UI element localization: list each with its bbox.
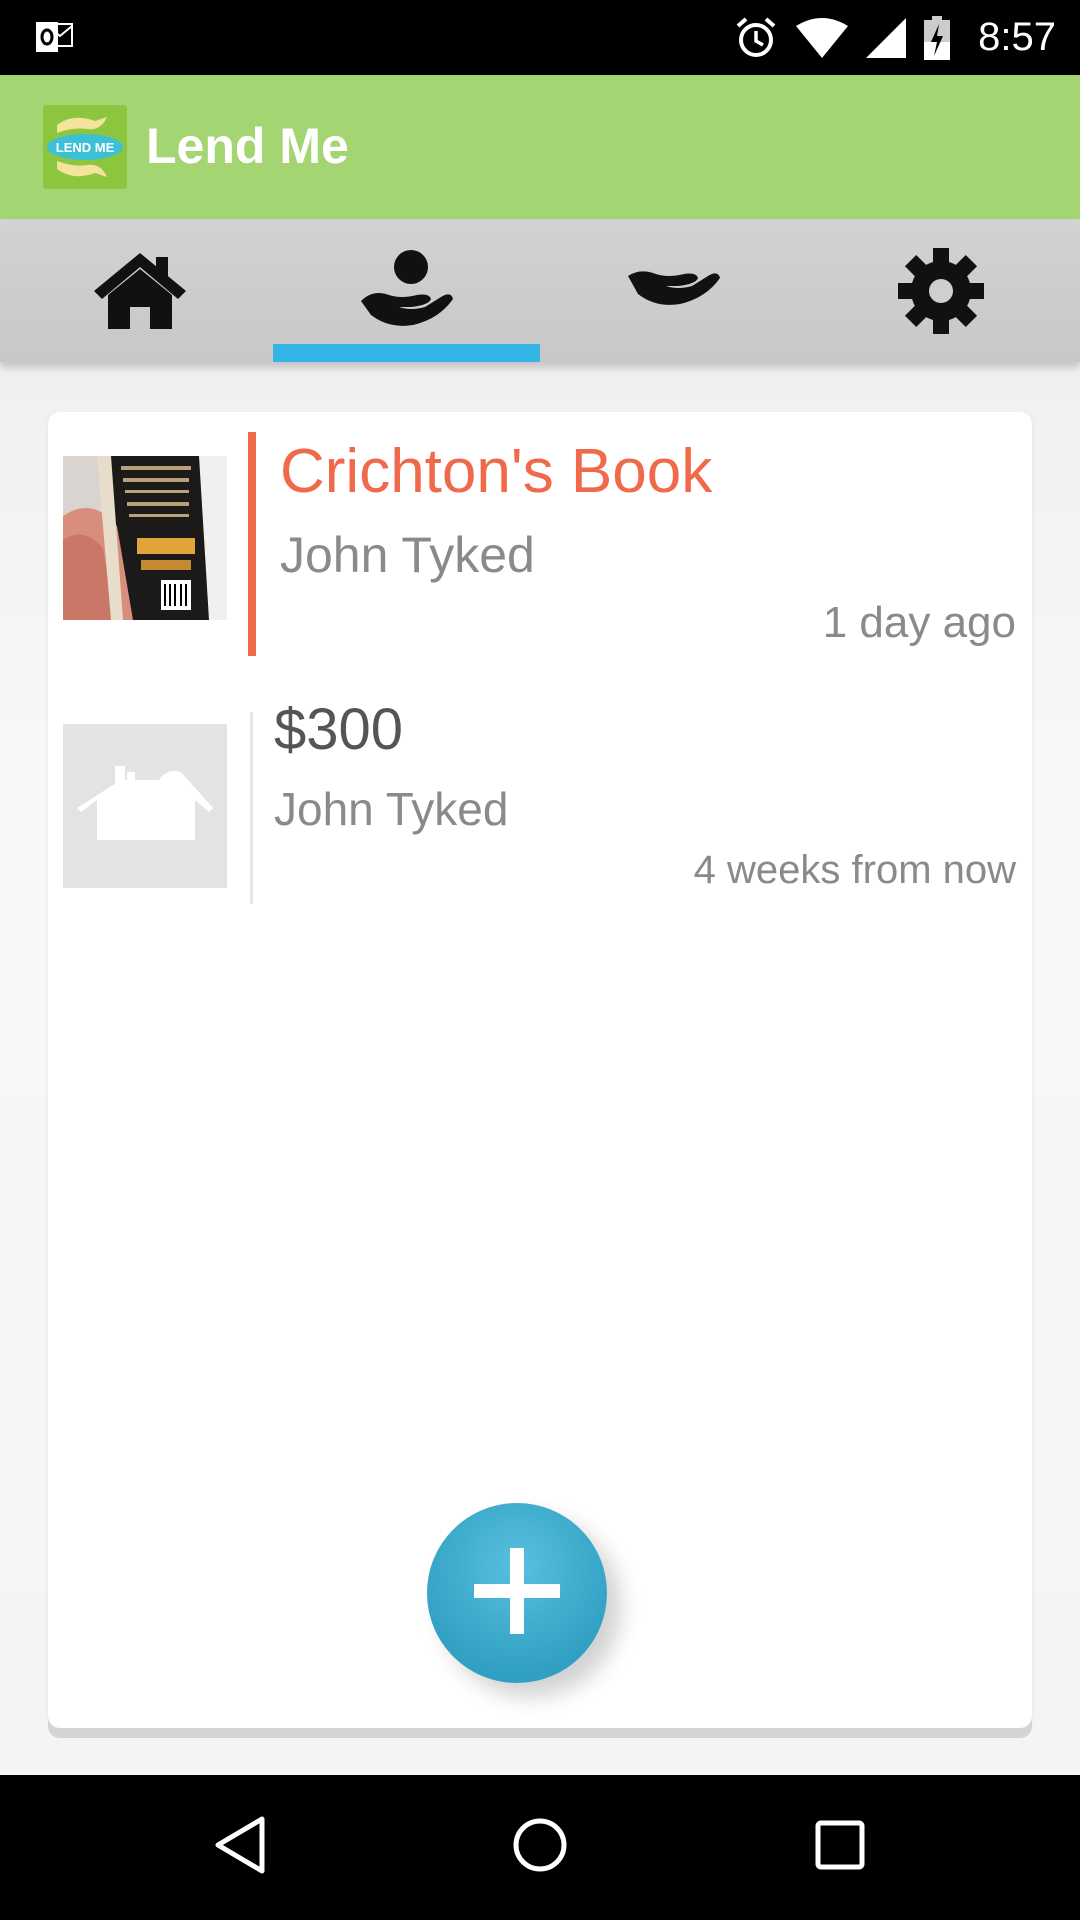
selected-tab-indicator	[273, 344, 540, 362]
app-title: Lend Me	[146, 118, 349, 174]
tab-bar	[0, 219, 1080, 362]
item-time: 4 weeks from now	[693, 848, 1016, 892]
lend-out-icon	[359, 249, 455, 333]
add-item-button[interactable]	[427, 1503, 607, 1683]
outlook-notification-icon	[36, 20, 74, 54]
home-button[interactable]	[460, 1775, 620, 1920]
alarm-icon	[734, 16, 778, 60]
tab-borrowed[interactable]	[540, 219, 807, 362]
item-accent-bar	[248, 432, 256, 656]
tab-lend-out[interactable]	[273, 219, 540, 362]
back-icon	[212, 1815, 268, 1880]
list-item[interactable]: $300 John Tyked 4 weeks from now	[48, 682, 1032, 904]
status-bar: 8:57	[0, 0, 1080, 75]
item-title: $300	[274, 697, 404, 762]
battery-charging-icon	[924, 15, 951, 60]
status-time: 8:57	[978, 15, 1056, 59]
wifi-icon	[796, 17, 849, 58]
app-bar: LEND ME Lend Me	[0, 75, 1080, 219]
home-icon	[92, 251, 188, 331]
plus-icon	[472, 1546, 562, 1641]
home-circle-icon	[510, 1815, 570, 1880]
list-item[interactable]: Crichton's Book John Tyked 1 day ago	[48, 412, 1032, 656]
recents-icon	[812, 1817, 868, 1878]
item-time: 1 day ago	[822, 598, 1016, 647]
settings-icon	[896, 246, 986, 336]
tab-home[interactable]	[6, 219, 273, 362]
book-photo	[63, 456, 227, 620]
item-divider	[250, 712, 253, 904]
tab-settings[interactable]	[807, 219, 1074, 362]
app-logo: LEND ME	[43, 105, 127, 189]
borrowed-icon	[626, 266, 722, 316]
item-person: John Tyked	[280, 527, 535, 583]
item-person: John Tyked	[274, 783, 509, 835]
navigation-bar	[0, 1775, 1080, 1920]
signal-icon	[866, 17, 907, 58]
placeholder-house-icon	[63, 724, 227, 888]
item-title: Crichton's Book	[280, 437, 713, 506]
back-button[interactable]	[160, 1775, 320, 1920]
recents-button[interactable]	[760, 1775, 920, 1920]
logo-text: LEND ME	[56, 140, 115, 155]
